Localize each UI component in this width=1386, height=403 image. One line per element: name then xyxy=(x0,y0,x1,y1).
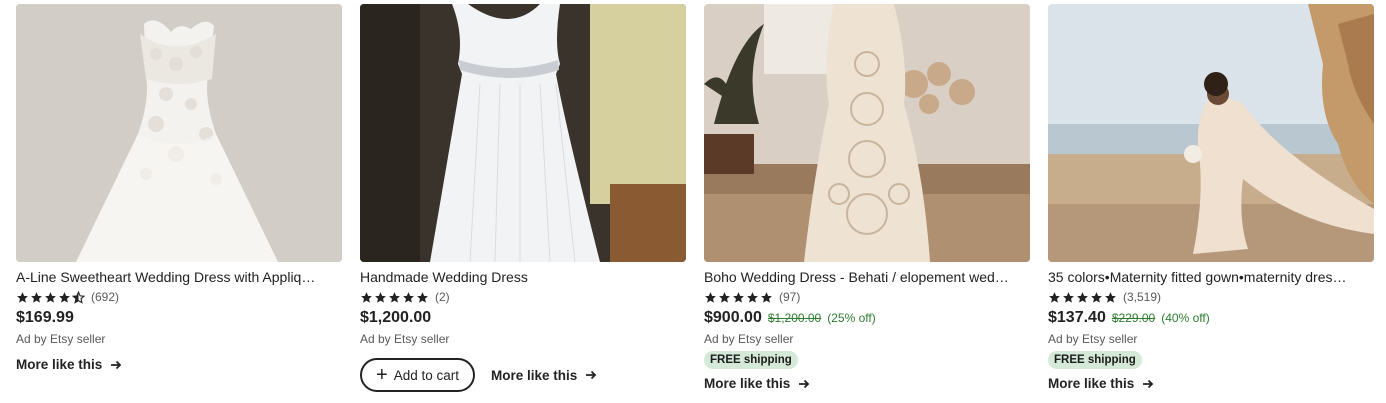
listing-title[interactable]: Handmade Wedding Dress xyxy=(360,268,686,286)
listing-card[interactable]: Handmade Wedding Dress (2) $1,200.00 Ad … xyxy=(360,4,686,392)
star-icon xyxy=(374,291,387,304)
star-icon xyxy=(30,291,43,304)
more-like-this-label: More like this xyxy=(16,357,103,372)
add-to-cart-label: Add to cart xyxy=(393,367,459,383)
listing-image[interactable] xyxy=(704,4,1030,262)
original-price: $1,200.00 xyxy=(767,311,822,325)
listing-card[interactable]: Boho Wedding Dress - Behati / elopement … xyxy=(704,4,1030,391)
rating: (2) xyxy=(360,289,686,305)
arrow-right-icon xyxy=(586,370,597,380)
listing-image[interactable] xyxy=(360,4,686,262)
star-icon xyxy=(416,291,429,304)
more-like-this-label: More like this xyxy=(1048,376,1135,391)
star-icon xyxy=(58,291,71,304)
price: $1,200.00 xyxy=(360,309,432,326)
listing-title[interactable]: A-Line Sweetheart Wedding Dress with App… xyxy=(16,268,342,286)
price: $137.40 xyxy=(1048,309,1106,326)
more-like-this-label: More like this xyxy=(704,376,791,391)
review-count: (3,519) xyxy=(1123,290,1162,304)
ad-label: Ad by Etsy seller xyxy=(16,332,106,346)
listing-image[interactable] xyxy=(1048,4,1374,262)
ad-label: Ad by Etsy seller xyxy=(704,332,794,346)
star-icon xyxy=(732,291,745,304)
more-like-this-button[interactable]: More like this xyxy=(704,376,1030,391)
star-icon xyxy=(760,291,773,304)
star-rating xyxy=(16,290,85,304)
review-count: (2) xyxy=(435,290,450,304)
price-row: $1,200.00 xyxy=(360,309,686,329)
more-like-this-button[interactable]: More like this xyxy=(491,368,597,383)
more-like-this-label: More like this xyxy=(490,367,578,383)
star-icon xyxy=(746,291,759,304)
discount: (40% off) xyxy=(1161,311,1210,325)
listing-title[interactable]: 35 colors•Maternity fitted gown•maternit… xyxy=(1048,268,1374,286)
half-star-icon xyxy=(72,290,85,304)
review-count: (692) xyxy=(91,290,120,304)
star-icon xyxy=(1076,291,1089,304)
star-icon xyxy=(1090,291,1103,304)
price: $169.99 xyxy=(16,309,74,326)
star-icon xyxy=(360,291,373,304)
ad-label: Ad by Etsy seller xyxy=(1048,332,1138,346)
arrow-right-icon xyxy=(799,379,810,388)
star-rating xyxy=(1048,291,1117,304)
listing-image[interactable] xyxy=(16,4,342,262)
more-like-this-button[interactable]: More like this xyxy=(1048,376,1374,391)
star-icon xyxy=(44,291,57,304)
discount: (25% off) xyxy=(827,311,876,325)
star-icon xyxy=(718,291,731,304)
review-count: (97) xyxy=(779,290,801,304)
listing-card[interactable]: 35 colors•Maternity fitted gown•maternit… xyxy=(1048,4,1374,391)
free-shipping-badge: FREE shipping xyxy=(704,351,798,369)
more-like-this-button[interactable]: More like this xyxy=(16,357,342,372)
original-price: $229.00 xyxy=(1111,311,1156,325)
price: $900.00 xyxy=(704,309,762,326)
rating: (97) xyxy=(704,289,1030,305)
arrow-right-icon xyxy=(1143,379,1154,388)
card-actions: + Add to cart More like this xyxy=(360,358,686,392)
star-icon xyxy=(1104,291,1117,304)
star-icon xyxy=(1048,291,1061,304)
free-shipping-badge: FREE shipping xyxy=(1048,351,1142,369)
listing-title[interactable]: Boho Wedding Dress - Behati / elopement … xyxy=(704,268,1030,286)
price-row: $169.99 xyxy=(16,309,342,329)
price-row: $900.00 $1,200.00 (25% off) xyxy=(704,309,1030,329)
add-to-cart-button[interactable]: + Add to cart xyxy=(360,358,475,392)
ad-label: Ad by Etsy seller xyxy=(360,332,450,346)
star-icon xyxy=(1062,291,1075,304)
star-rating xyxy=(704,291,773,304)
plus-icon: + xyxy=(376,364,388,386)
star-icon xyxy=(402,291,415,304)
rating: (3,519) xyxy=(1048,289,1374,305)
star-icon xyxy=(388,291,401,304)
listing-card[interactable]: A-Line Sweetheart Wedding Dress with App… xyxy=(16,4,342,372)
star-icon xyxy=(16,291,29,304)
star-rating xyxy=(360,291,429,304)
rating: (692) xyxy=(16,289,342,305)
star-icon xyxy=(704,291,717,304)
arrow-right-icon xyxy=(111,360,122,369)
price-row: $137.40 $229.00 (40% off) xyxy=(1048,309,1374,329)
